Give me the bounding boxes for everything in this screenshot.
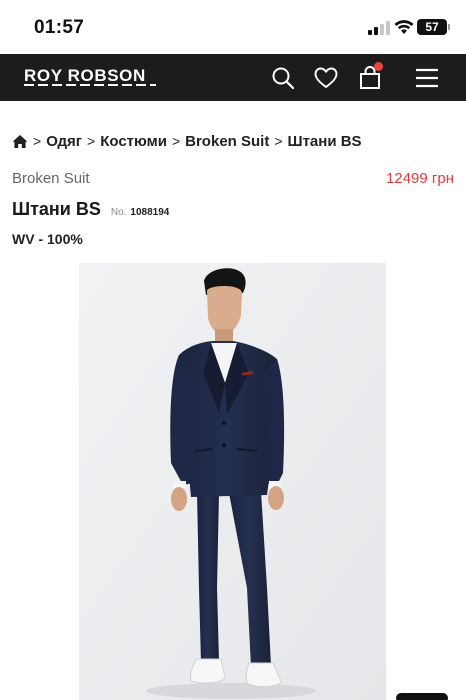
floating-action-handle[interactable] — [396, 693, 448, 700]
brand-logo[interactable]: ROY ROBSON — [24, 66, 146, 86]
breadcrumb: > Одяг > Костюми > Broken Suit > Штани B… — [12, 131, 362, 151]
product-image[interactable] — [79, 263, 386, 700]
logo-underline — [24, 84, 156, 86]
battery-icon: 57 — [417, 19, 447, 35]
product-composition: WV - 100% — [12, 231, 83, 247]
status-bar: 01:57 57 — [0, 0, 466, 54]
battery-level: 57 — [425, 20, 439, 34]
product-price: 12499 грн — [386, 170, 454, 187]
breadcrumb-separator: > — [171, 133, 181, 149]
breadcrumb-item-broken-suit[interactable]: Broken Suit — [185, 133, 269, 150]
heart-icon[interactable] — [313, 65, 339, 91]
breadcrumb-separator: > — [274, 133, 283, 149]
model-in-suit-illustration — [79, 263, 386, 700]
product-title: Штани BS — [12, 199, 101, 219]
breadcrumb-item-clothing[interactable]: Одяг — [46, 133, 82, 150]
sku-prefix: No. — [110, 207, 127, 218]
home-icon[interactable] — [12, 134, 28, 149]
product-sku: 1088194 — [130, 207, 170, 218]
search-icon[interactable] — [270, 65, 296, 91]
product-title-row: Штани BS No. 1088194 — [12, 199, 169, 220]
signal-icon — [368, 21, 390, 35]
product-brand[interactable]: Broken Suit — [12, 170, 90, 187]
menu-icon[interactable] — [414, 65, 440, 91]
wifi-icon — [394, 20, 414, 34]
site-header: ROY ROBSON — [0, 54, 466, 101]
cart-notification-dot — [374, 62, 383, 71]
status-time: 01:57 — [34, 17, 85, 38]
breadcrumb-separator: > — [33, 133, 42, 149]
breadcrumb-separator: > — [87, 133, 96, 149]
battery-nub — [448, 24, 450, 30]
breadcrumb-item-current: Штани BS — [287, 132, 362, 150]
breadcrumb-item-suits[interactable]: Костюми — [100, 133, 167, 150]
